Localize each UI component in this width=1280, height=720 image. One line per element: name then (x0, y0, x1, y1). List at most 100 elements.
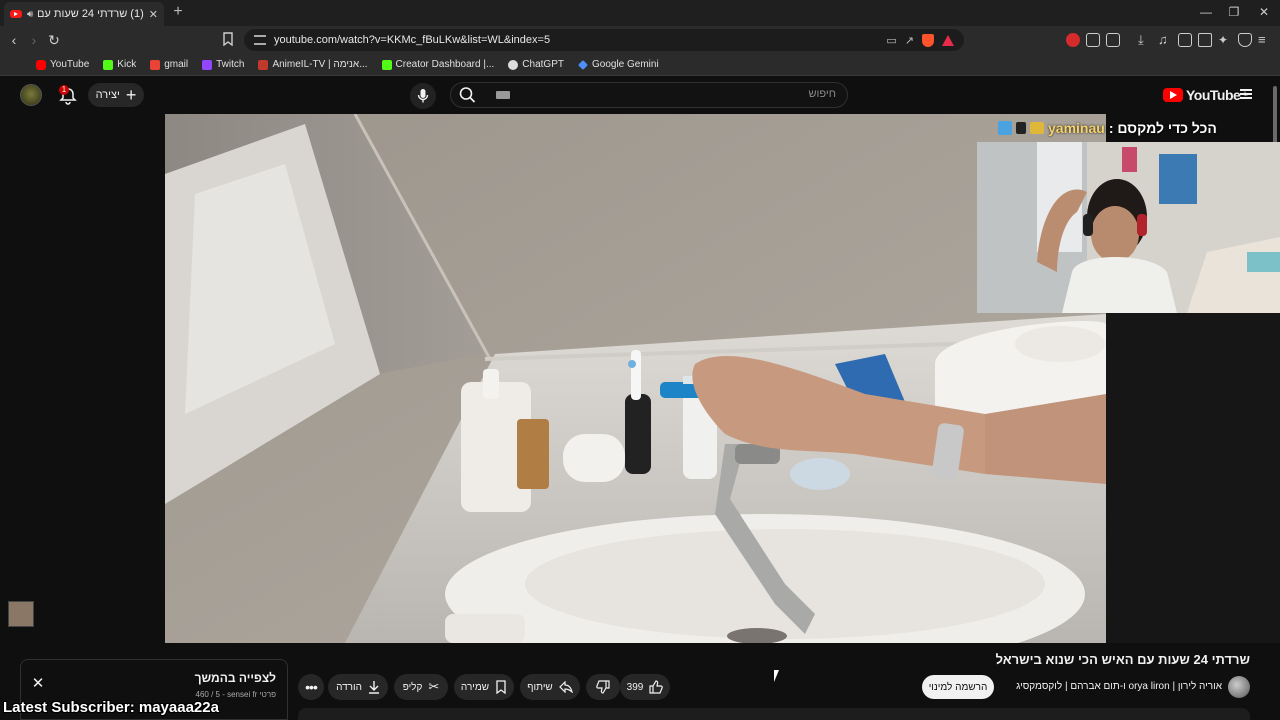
back-button[interactable]: ‹ (6, 32, 22, 48)
description-box[interactable] (298, 708, 1250, 720)
share-button[interactable]: שיתוף (520, 674, 580, 700)
bookmark-kick[interactable]: Kick (103, 59, 136, 70)
video-player[interactable] (165, 114, 1106, 643)
address-toolbar: ‹ › ↻ youtube.com/watch?v=KKMc_fBuLKw&li… (0, 26, 1280, 54)
animeil-icon (258, 59, 269, 70)
kick-icon (381, 59, 392, 70)
beverage-icon (1016, 122, 1026, 134)
video-title: שרדתי 24 שעות עם האיש הכי שנוא בישראל (995, 652, 1250, 667)
twitch-icon (202, 59, 213, 70)
url-text: youtube.com/watch?v=KKMc_fBuLKw&list=WL&… (274, 34, 551, 46)
bookmark-creator-dashboard[interactable]: Creator Dashboard |... (381, 59, 494, 70)
cast-icon[interactable]: ▭ (886, 34, 896, 47)
minimize-button[interactable]: — (1196, 4, 1216, 20)
kick-icon (103, 59, 114, 70)
close-window-button[interactable]: ✕ (1254, 4, 1274, 20)
more-horizontal-icon: ••• (305, 679, 318, 695)
clip-button[interactable]: קליפ ✂ (394, 674, 448, 700)
sidebar-dark-area (1106, 313, 1280, 643)
brave-rewards-icon[interactable] (942, 34, 954, 46)
bookmark-twitch[interactable]: Twitch (202, 59, 244, 70)
create-button[interactable]: יצירה + (88, 83, 144, 107)
webcam-overlay (977, 142, 1280, 313)
youtube-logo[interactable]: YouTube IL (1163, 87, 1248, 103)
bookmarks-bar: YouTube Kick gmail Twitch AnimeIL-TV | א… (0, 54, 1280, 76)
guide-menu-icon[interactable] (1240, 89, 1252, 99)
leo-ai-icon[interactable]: ✦ (1218, 33, 1232, 47)
gemini-icon (578, 59, 588, 70)
adblock-extension-icon[interactable] (1066, 33, 1080, 47)
notification-count-badge: 1 (59, 85, 69, 95)
stream-overlay-title: yaminau הכל כדי למקסם : (998, 118, 1217, 138)
browser-menu-icon[interactable]: ≡ (1258, 33, 1272, 47)
restore-button[interactable]: ❐ (1224, 4, 1244, 20)
youtube-play-icon (1163, 88, 1183, 102)
browser-tab-active[interactable]: 🔊︎ (1) שרדתי 24 שעות עם האיש ✕ (4, 2, 164, 26)
overlay-text: הכל כדי למקסם : (1108, 120, 1217, 136)
bookmark-animeil[interactable]: AnimeIL-TV | אנימה... (258, 59, 368, 70)
plus-icon: + (125, 85, 137, 105)
playlist-title[interactable]: לצפייה בהמשך (120, 671, 276, 685)
tool-icon (998, 121, 1012, 135)
share-page-icon[interactable]: ↗ (905, 34, 914, 47)
extension-puzzle-icon[interactable] (1086, 33, 1100, 47)
voice-search-button[interactable] (410, 83, 436, 109)
page-scrollbar-thumb[interactable] (1273, 86, 1277, 146)
video-frame-bathroom (165, 114, 1106, 643)
search-placeholder: חיפוש (808, 88, 836, 100)
mouse-cursor-icon (774, 670, 784, 682)
dislike-button[interactable] (586, 674, 620, 700)
thumbs-up-icon (649, 680, 664, 694)
like-button[interactable]: 399 (620, 674, 670, 700)
tab-close-icon[interactable]: ✕ (149, 8, 158, 21)
vpn-shield-icon[interactable] (1238, 33, 1252, 47)
screenshot-extension-icon[interactable] (1106, 33, 1120, 47)
overlay-username: yaminau (1048, 120, 1105, 136)
channel-name[interactable]: אוריה לירון | orya liron ו-תום אברהם | ל… (990, 681, 1222, 692)
reload-button[interactable]: ↻ (46, 32, 62, 48)
download-button[interactable]: הורדה (328, 674, 388, 700)
gmail-icon (150, 59, 161, 70)
channel-avatar[interactable] (1228, 676, 1250, 698)
like-count: 399 (626, 681, 644, 693)
chatgpt-icon (508, 59, 519, 70)
bookmark-page-button[interactable] (222, 32, 238, 48)
url-bar[interactable]: youtube.com/watch?v=KKMc_fBuLKw&list=WL&… (244, 29, 964, 51)
sidebar-toggle-icon[interactable] (1178, 33, 1192, 47)
browser-tab-strip: 🔊︎ (1) שרדתי 24 שעות עם האיש ✕ + — ❐ ✕ (0, 0, 1280, 26)
download-icon[interactable]: ⤓ (1138, 33, 1152, 47)
playlist-meta: 460 / 5 - sensei fr פרטי (195, 690, 276, 699)
mini-thumbnail[interactable] (8, 601, 34, 627)
save-button[interactable]: שמירה (454, 674, 514, 700)
microphone-icon (417, 89, 429, 103)
search-icon[interactable] (458, 86, 478, 104)
new-tab-button[interactable]: + (170, 4, 186, 20)
bookmark-icon (496, 680, 506, 694)
more-actions-button[interactable]: ••• (298, 674, 324, 700)
youtube-icon (36, 59, 46, 70)
wallet-icon[interactable] (1198, 33, 1212, 47)
latest-subscriber-overlay: Latest Subscriber: mayaaa22a (3, 699, 219, 716)
webcam-frame (977, 142, 1280, 313)
crown-icon (1030, 122, 1044, 134)
tab-title: (1) שרדתי 24 שעות עם האיש (38, 8, 144, 20)
bookmark-gmail[interactable]: gmail (150, 59, 188, 70)
media-control-icon[interactable]: ♫ (1158, 33, 1172, 47)
account-avatar[interactable] (20, 84, 42, 106)
site-info-icon[interactable] (254, 35, 266, 45)
thumbs-down-icon (596, 680, 610, 694)
bookmark-chatgpt[interactable]: ChatGPT (508, 59, 564, 70)
bookmark-gemini[interactable]: Google Gemini (578, 59, 659, 70)
scissors-icon: ✂ (428, 679, 440, 694)
forward-button[interactable]: › (26, 32, 42, 48)
create-label: יצירה (95, 89, 120, 101)
bookmark-youtube[interactable]: YouTube (36, 59, 89, 70)
share-icon (558, 681, 573, 693)
speaker-icon[interactable]: 🔊︎ (27, 9, 33, 20)
download-icon (368, 681, 379, 694)
youtube-favicon-icon (10, 10, 22, 18)
subscribe-button[interactable]: הרשמה למינוי (922, 675, 994, 699)
brave-shield-icon[interactable] (922, 33, 934, 47)
playlist-close-icon[interactable]: ✕ (30, 676, 46, 692)
keyboard-icon[interactable] (496, 91, 510, 99)
